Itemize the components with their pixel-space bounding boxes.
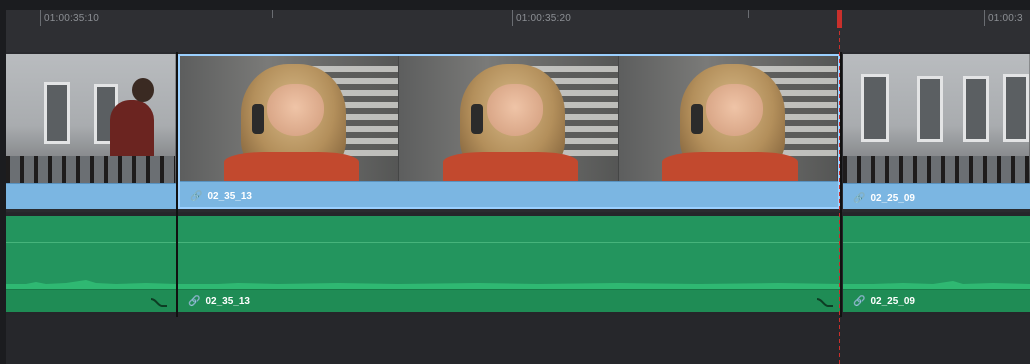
fade-handle-icon[interactable] (816, 296, 834, 308)
audio-level-line (6, 242, 176, 243)
timecode-label: 01:00:35:10 (44, 13, 100, 24)
link-icon: 🔗 (853, 296, 866, 307)
timecode-label: 01:00:3 (988, 13, 1023, 24)
audio-level-line (843, 242, 1030, 243)
audio-clip-selected[interactable]: 🔗 02_35_13 (178, 216, 840, 312)
timecode-label: 01:00:35:20 (516, 13, 572, 24)
edit-point[interactable] (176, 52, 178, 317)
audio-clip[interactable] (6, 216, 176, 312)
ruler-tick (512, 10, 513, 26)
ruler-tick (984, 10, 985, 26)
playhead-line[interactable] (839, 10, 840, 364)
clip-name-bar: 🔗 02_35_13 (180, 181, 838, 207)
clip-name-bar: 🔗 02_25_09 (843, 289, 1030, 312)
clip-name: 02_35_13 (205, 296, 250, 307)
thumbnail-frame (618, 56, 838, 186)
clip-label: 🔗 02_35_13 (190, 191, 252, 202)
fade-handle-icon[interactable] (150, 296, 168, 308)
ruler-tick (272, 10, 273, 18)
clip-label: 🔗 02_35_13 (188, 296, 250, 307)
clip-thumbnails (843, 54, 1030, 184)
thumbnail-frame (180, 56, 400, 186)
thumbnail-frame (399, 56, 619, 186)
audio-waveform (178, 283, 840, 290)
clip-thumbnails (6, 54, 176, 184)
video-clip[interactable]: 🔗 02_25_09 (843, 54, 1030, 209)
timecode-ruler[interactable]: 01:00:35:10 01:00:35:20 01:00:3 (6, 10, 1030, 52)
clip-name-bar (6, 289, 176, 312)
video-clip-selected[interactable]: 🔗 02_35_13 (178, 54, 840, 209)
thumbnail-frame (843, 54, 1030, 184)
audio-level-line (178, 242, 840, 243)
clip-label: 🔗 02_25_09 (853, 193, 915, 204)
clip-name-bar (6, 183, 176, 209)
link-icon: 🔗 (853, 193, 866, 204)
link-icon: 🔗 (190, 191, 203, 202)
edit-point[interactable] (840, 52, 842, 317)
clip-name: 02_25_09 (870, 296, 915, 307)
ruler-tick (748, 10, 749, 18)
video-clip[interactable] (6, 54, 176, 209)
clip-thumbnails (180, 56, 838, 186)
clip-name-bar: 🔗 02_35_13 (178, 289, 840, 312)
audio-clip[interactable]: 🔗 02_25_09 (843, 216, 1030, 312)
audio-waveform (6, 280, 176, 290)
thumbnail-frame (6, 54, 176, 184)
clip-name-bar: 🔗 02_25_09 (843, 183, 1030, 209)
audio-waveform (843, 281, 1030, 290)
clip-label: 🔗 02_25_09 (853, 296, 915, 307)
link-icon: 🔗 (188, 296, 201, 307)
timeline[interactable]: 01:00:35:10 01:00:35:20 01:00:3 🔗 02_35_… (6, 10, 1030, 364)
clip-name: 02_35_13 (207, 191, 252, 202)
ruler-tick (40, 10, 41, 26)
clip-name: 02_25_09 (870, 193, 915, 204)
